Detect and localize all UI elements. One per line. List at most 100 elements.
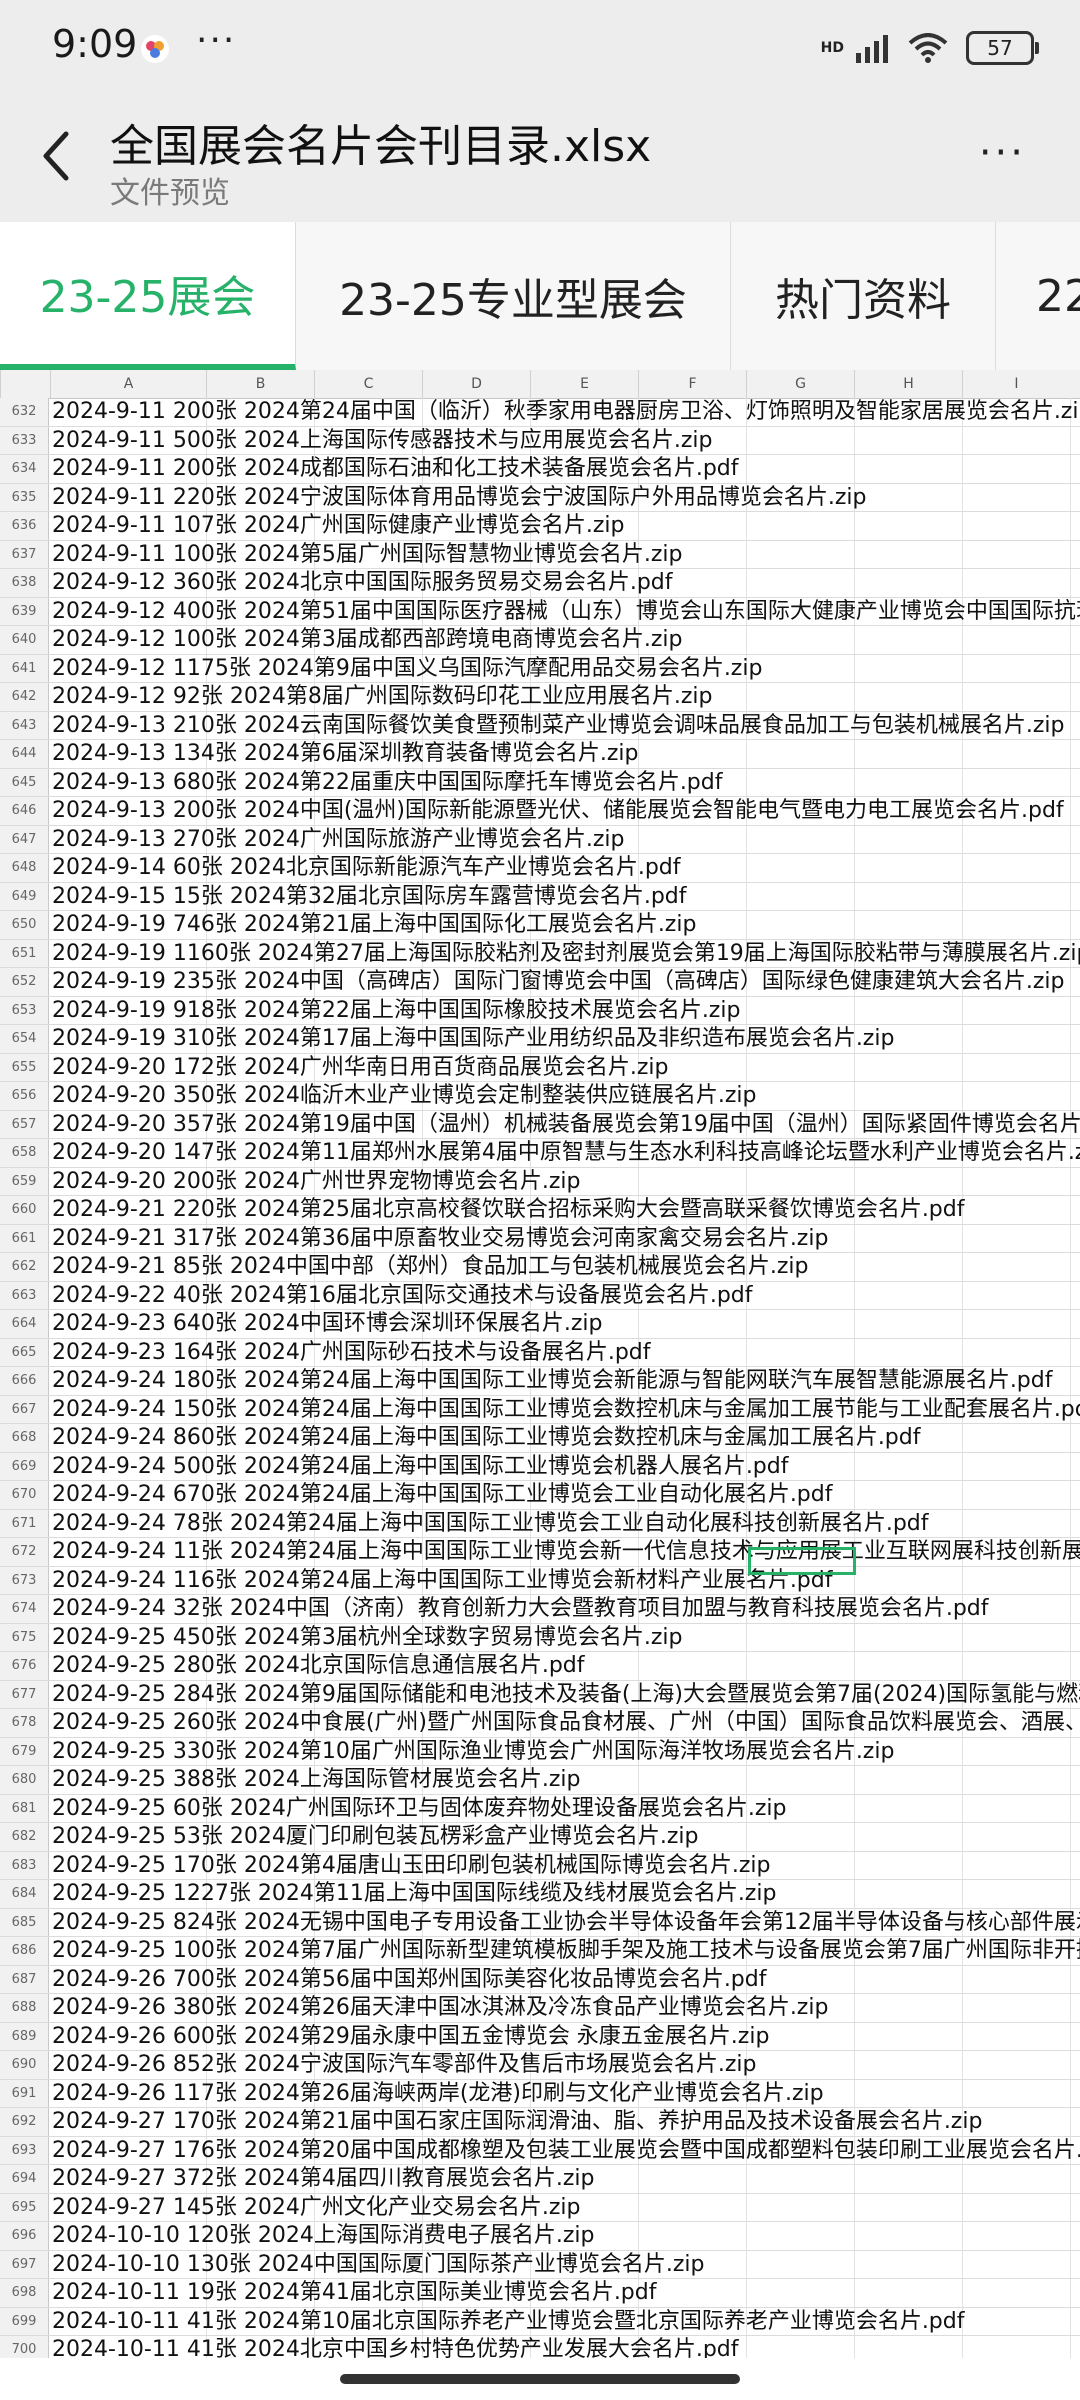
row-number[interactable]: 662 [0, 1253, 49, 1281]
row-number[interactable]: 686 [0, 1937, 49, 1965]
table-row[interactable]: 636 2024-9-11 107张 2024广州国际健康产业博览会名片.zip [0, 512, 1080, 541]
table-row[interactable]: 652 2024-9-19 235张 2024中国（高碑店）国际门窗博览会中国（高… [0, 968, 1080, 997]
cell-a[interactable]: 2024-9-21 85张 2024中国中部（郑州）食品加工与包装机械展览会名片… [52, 1253, 808, 1281]
cell-a[interactable]: 2024-9-25 388张 2024上海国际管材展览会名片.zip [52, 1766, 580, 1794]
table-row[interactable]: 683 2024-9-25 170张 2024第4届唐山玉田印刷包装机械国际博览会… [0, 1851, 1080, 1880]
table-row[interactable]: 678 2024-9-25 260张 2024中食展(广州)暨广州国际食品食材展、… [0, 1709, 1080, 1738]
row-number[interactable]: 681 [0, 1794, 49, 1822]
cell-a[interactable]: 2024-9-25 1227张 2024第11届上海中国国际线缆及线材展览会名片… [52, 1880, 776, 1908]
cell-a[interactable]: 2024-9-13 210张 2024云南国际餐饮美食暨预制菜产业博览会调味品展… [52, 712, 1064, 740]
table-row[interactable]: 633 2024-9-11 500张 2024上海国际传感器技术与应用展览会名片.… [0, 426, 1080, 455]
cell-a[interactable]: 2024-9-14 60张 2024北京国际新能源汽车产业博览会名片.pdf [52, 854, 681, 882]
row-number[interactable]: 672 [0, 1538, 49, 1566]
column-header[interactable]: H [854, 370, 962, 398]
tab-23-25-exhibitions[interactable]: 23-25展会 [0, 222, 296, 370]
more-menu-icon[interactable]: ··· [979, 130, 1026, 176]
cell-a[interactable]: 2024-9-12 92张 2024第8届广州国际数码印花工业应用展名片.zip [52, 683, 712, 711]
table-row[interactable]: 658 2024-9-20 147张 2024第11届郑州水展第4届中原智慧与生态… [0, 1139, 1080, 1168]
table-row[interactable]: 660 2024-9-21 220张 2024第25届北京高校餐饮联合招标采购大会… [0, 1196, 1080, 1225]
cell-a[interactable]: 2024-9-26 600张 2024第29届永康中国五金博览会 永康五金展名片… [52, 2023, 769, 2051]
back-arrow-icon[interactable] [36, 126, 76, 186]
table-row[interactable]: 696 2024-10-10 120张 2024上海国际消费电子展名片.zip [0, 2222, 1080, 2251]
row-number[interactable]: 671 [0, 1509, 49, 1537]
cell-a[interactable]: 2024-9-27 176张 2024第20届中国成都橡塑及包装工业展览会暨中国… [52, 2137, 1080, 2165]
row-number[interactable]: 688 [0, 1994, 49, 2022]
row-number[interactable]: 645 [0, 768, 49, 796]
column-header[interactable]: B [206, 370, 314, 398]
table-row[interactable]: 663 2024-9-22 40张 2024第16届北京国际交通技术与设备展览会名… [0, 1281, 1080, 1310]
table-row[interactable]: 669 2024-9-24 500张 2024第24届上海中国国际工业博览会机器人… [0, 1452, 1080, 1481]
cell-a[interactable]: 2024-9-27 145张 2024广州文化产业交易会名片.zip [52, 2194, 580, 2222]
row-number[interactable]: 697 [0, 2250, 49, 2278]
table-row[interactable]: 651 2024-9-19 1160张 2024第27届上海国际胶粘剂及密封剂展览… [0, 939, 1080, 968]
row-number[interactable]: 642 [0, 683, 49, 711]
row-number[interactable]: 677 [0, 1680, 49, 1708]
row-number[interactable]: 640 [0, 626, 49, 654]
cell-a[interactable]: 2024-9-21 317张 2024第36届中原畜牧业交易博览会河南家禽交易会… [52, 1225, 828, 1253]
row-number[interactable]: 666 [0, 1367, 49, 1395]
table-row[interactable]: 672 2024-9-24 11张 2024第24届上海中国国际工业博览会新一代信… [0, 1538, 1080, 1567]
table-row[interactable]: 641 2024-9-12 1175张 2024第9届中国义乌国际汽摩配用品交易会… [0, 654, 1080, 683]
row-number[interactable]: 676 [0, 1652, 49, 1680]
row-number[interactable]: 634 [0, 455, 49, 483]
row-number[interactable]: 689 [0, 2022, 49, 2050]
cell-a[interactable]: 2024-9-25 330张 2024第10届广州国际渔业博览会广州国际海洋牧场… [52, 1738, 894, 1766]
row-number[interactable]: 648 [0, 854, 49, 882]
cell-a[interactable]: 2024-9-24 500张 2024第24届上海中国国际工业博览会机器人展名片… [52, 1453, 789, 1481]
table-row[interactable]: 644 2024-9-13 134张 2024第6届深圳教育装备博览会名片.zip [0, 740, 1080, 769]
cell-a[interactable]: 2024-9-23 640张 2024中国环博会深圳环保展名片.zip [52, 1310, 602, 1338]
cell-a[interactable]: 2024-9-26 700张 2024第56届中国郑州国际美容化妆品博览会名片.… [52, 1966, 767, 1994]
home-indicator[interactable] [340, 2374, 740, 2384]
row-number[interactable]: 685 [0, 1908, 49, 1936]
table-row[interactable]: 687 2024-9-26 700张 2024第56届中国郑州国际美容化妆品博览会… [0, 1965, 1080, 1994]
cell-a[interactable]: 2024-9-19 918张 2024第22届上海中国国际橡胶技术展览会名片.z… [52, 997, 740, 1025]
table-row[interactable]: 638 2024-9-12 360张 2024北京中国国际服务贸易交易会名片.pd… [0, 569, 1080, 598]
table-row[interactable]: 649 2024-9-15 15张 2024第32届北京国际房车露营博览会名片.p… [0, 882, 1080, 911]
table-row[interactable]: 655 2024-9-20 172张 2024广州华南日用百货商品展览会名片.zi… [0, 1053, 1080, 1082]
cell-a[interactable]: 2024-9-27 372张 2024第4届四川教育展览会名片.zip [52, 2165, 594, 2193]
cell-a[interactable]: 2024-9-25 100张 2024第7届广州国际新型建筑模板脚手架及施工技术… [52, 1937, 1080, 1965]
row-number[interactable]: 639 [0, 597, 49, 625]
row-number[interactable]: 678 [0, 1709, 49, 1737]
sheet-rows[interactable]: 632 2024-9-11 200张 2024第24届中国（临沂）秋季家用电器厨房… [0, 398, 1080, 2358]
table-row[interactable]: 699 2024-10-11 41张 2024第10届北京国际养老产业博览会暨北京… [0, 2307, 1080, 2336]
table-row[interactable]: 648 2024-9-14 60张 2024北京国际新能源汽车产业博览会名片.pd… [0, 854, 1080, 883]
column-header[interactable]: F [638, 370, 746, 398]
cell-a[interactable]: 2024-9-13 134张 2024第6届深圳教育装备博览会名片.zip [52, 740, 638, 768]
cell-a[interactable]: 2024-9-20 200张 2024广州世界宠物博览会名片.zip [52, 1168, 580, 1196]
row-number[interactable]: 632 [0, 398, 49, 426]
cell-a[interactable]: 2024-9-27 170张 2024第21届中国石家庄国际润滑油、脂、养护用品… [52, 2108, 982, 2136]
table-row[interactable]: 690 2024-9-26 852张 2024宁波国际汽车零部件及售后市场展览会名… [0, 2051, 1080, 2080]
table-row[interactable]: 691 2024-9-26 117张 2024第26届海峡两岸(龙港)印刷与文化产… [0, 2079, 1080, 2108]
tab-popular-materials[interactable]: 热门资料 [731, 222, 996, 370]
table-row[interactable]: 634 2024-9-11 200张 2024成都国际石油和化工技术装备展览会名片… [0, 455, 1080, 484]
table-row[interactable]: 639 2024-9-12 400张 2024第51届中国国际医疗器械（山东）博览… [0, 597, 1080, 626]
row-number[interactable]: 656 [0, 1082, 49, 1110]
cell-a[interactable]: 2024-9-25 260张 2024中食展(广州)暨广州国际食品食材展、广州（… [52, 1709, 1080, 1737]
table-row[interactable]: 679 2024-9-25 330张 2024第10届广州国际渔业博览会广州国际海… [0, 1737, 1080, 1766]
row-number[interactable]: 674 [0, 1595, 49, 1623]
table-row[interactable]: 654 2024-9-19 310张 2024第17届上海中国国际产业用纺织品及非… [0, 1025, 1080, 1054]
table-row[interactable]: 662 2024-9-21 85张 2024中国中部（郑州）食品加工与包装机械展览… [0, 1253, 1080, 1282]
row-number[interactable]: 654 [0, 1025, 49, 1053]
cell-a[interactable]: 2024-10-11 41张 2024北京中国乡村特色优势产业发展大会名片.pd… [52, 2336, 739, 2358]
cell-a[interactable]: 2024-9-11 500张 2024上海国际传感器技术与应用展览会名片.zip [52, 427, 712, 455]
table-row[interactable]: 635 2024-9-11 220张 2024宁波国际体育用品博览会宁波国际户外用… [0, 483, 1080, 512]
table-row[interactable]: 698 2024-10-11 19张 2024第41届北京国际美业博览会名片.pd… [0, 2279, 1080, 2308]
row-number[interactable]: 641 [0, 654, 49, 682]
row-number[interactable]: 653 [0, 996, 49, 1024]
cell-a[interactable]: 2024-9-24 670张 2024第24届上海中国国际工业博览会工业自动化展… [52, 1481, 833, 1509]
cell-a[interactable]: 2024-9-23 164张 2024广州国际砂石技术与设备展名片.pdf [52, 1339, 651, 1367]
column-header[interactable]: G [746, 370, 854, 398]
cell-a[interactable]: 2024-9-19 310张 2024第17届上海中国国际产业用纺织品及非织造布… [52, 1025, 894, 1053]
cell-a[interactable]: 2024-9-13 680张 2024第22届重庆中国国际摩托车博览会名片.pd… [52, 769, 723, 797]
row-number[interactable]: 637 [0, 540, 49, 568]
cell-a[interactable]: 2024-9-20 350张 2024临沂木业产业博览会定制整装供应链展名片.z… [52, 1082, 756, 1110]
row-number[interactable]: 684 [0, 1880, 49, 1908]
cell-a[interactable]: 2024-9-11 200张 2024成都国际石油和化工技术装备展览会名片.pd… [52, 455, 739, 483]
table-row[interactable]: 680 2024-9-25 388张 2024上海国际管材展览会名片.zip [0, 1766, 1080, 1795]
row-number[interactable]: 691 [0, 2079, 49, 2107]
table-row[interactable]: 646 2024-9-13 200张 2024中国(温州)国际新能源暨光伏、储能展… [0, 797, 1080, 826]
cell-a[interactable]: 2024-9-20 147张 2024第11届郑州水展第4届中原智慧与生态水利科… [52, 1139, 1080, 1167]
table-row[interactable]: 695 2024-9-27 145张 2024广州文化产业交易会名片.zip [0, 2193, 1080, 2222]
